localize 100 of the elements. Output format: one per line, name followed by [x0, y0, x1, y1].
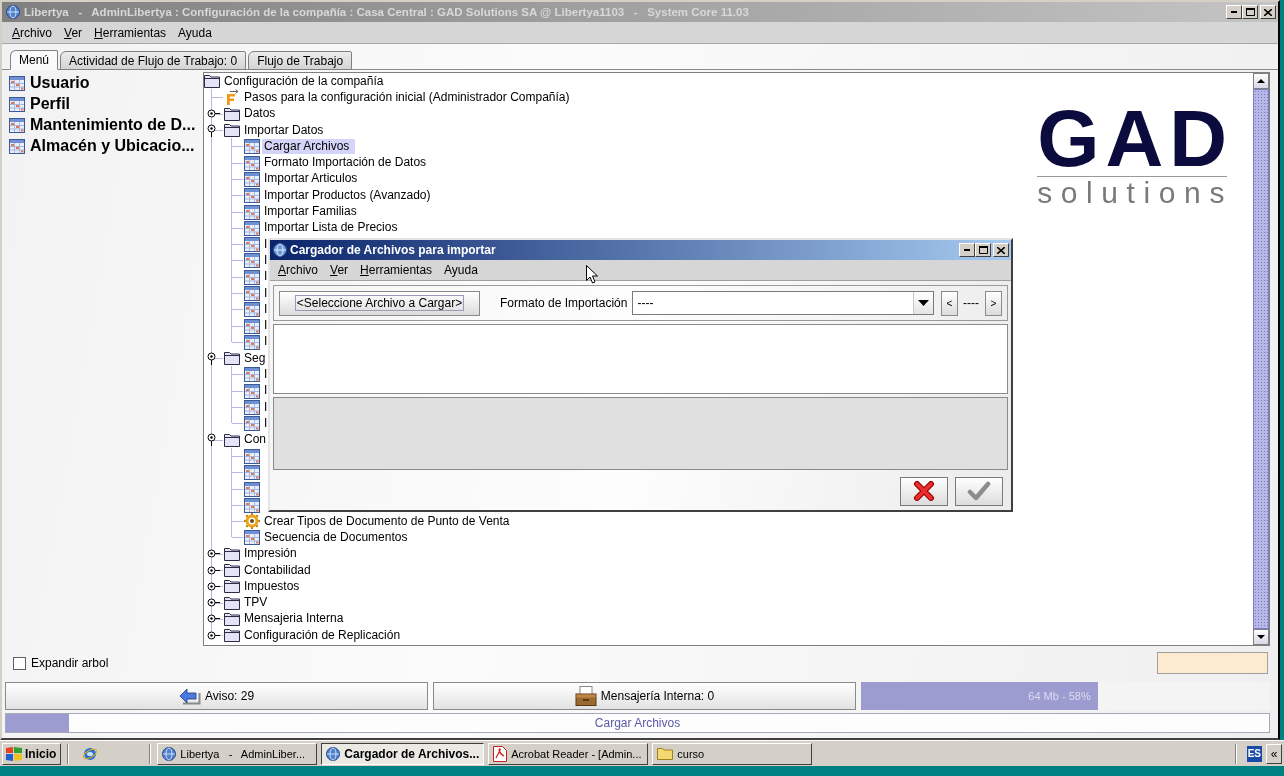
globe-icon: [82, 745, 99, 762]
tree-item[interactable]: Mensajeria Interna: [244, 611, 344, 627]
cursor-icon: [586, 265, 598, 284]
checkbox[interactable]: [13, 656, 26, 670]
tree-item[interactable]: Con: [244, 432, 266, 448]
sidebar-item[interactable]: Perfil: [2, 93, 203, 114]
tree-item[interactable]: Importar Lista de Precios: [264, 220, 398, 236]
tree-item[interactable]: Secuencia de Documentos: [264, 529, 408, 545]
menu-item[interactable]: Ayuda: [438, 263, 484, 277]
close-button[interactable]: [1260, 5, 1276, 19]
select-file-button[interactable]: <Seleccione Archivo a Cargar>: [279, 290, 480, 316]
menu-item[interactable]: Ver: [324, 263, 355, 277]
table-icon: [244, 268, 260, 285]
tab[interactable]: Actividad de Flujo de Trabajo: 0: [60, 51, 247, 70]
tree-toggle-icon[interactable]: [207, 581, 220, 591]
tree-item[interactable]: I: [264, 318, 268, 334]
tab[interactable]: Menú: [10, 50, 59, 70]
previous-button[interactable]: <: [941, 290, 958, 316]
tree-item[interactable]: Impresión: [244, 546, 297, 562]
tree-toggle-icon[interactable]: [207, 614, 220, 624]
tree-item[interactable]: Configuración de la compañía: [224, 73, 384, 89]
tree-toggle-icon[interactable]: [207, 549, 220, 559]
scrollbar-thumb[interactable]: [1253, 89, 1269, 629]
tree-item[interactable]: Importar Productos (Avanzado): [264, 187, 431, 203]
tree-item[interactable]: Pasos para la configuración inicial (Administrador Compañía): [244, 89, 570, 105]
sidebar-item[interactable]: Almacén y Ubicacio...: [2, 135, 203, 156]
tree-item[interactable]: Seg: [244, 350, 266, 366]
tree-item[interactable]: Importar Articulos: [264, 171, 358, 187]
tree-toggle-icon[interactable]: [207, 109, 220, 119]
tree-item[interactable]: I: [264, 415, 268, 431]
tree-item[interactable]: Datos: [244, 106, 276, 122]
messages-button[interactable]: Mensajería Interna: 0: [433, 682, 856, 710]
tree-toggle-icon[interactable]: [207, 433, 216, 447]
checkbox-label: Expandir arbol: [31, 656, 109, 670]
tree-item[interactable]: Formato Importación de Datos: [264, 155, 427, 171]
table-icon: [9, 95, 25, 112]
menu-item[interactable]: Herramientas: [88, 25, 173, 40]
language-indicator[interactable]: ES: [1246, 745, 1262, 762]
tree-item[interactable]: I: [264, 367, 268, 382]
tree-item[interactable]: I: [264, 334, 268, 350]
tree-item[interactable]: Cargar Archivos: [262, 138, 356, 154]
globe-icon: [326, 746, 341, 761]
tree-item[interactable]: Importar Datos: [244, 122, 324, 138]
tree-toggle-icon[interactable]: [207, 630, 220, 640]
input-field[interactable]: [1157, 652, 1268, 674]
tree-item[interactable]: I: [264, 285, 268, 301]
x-mark-icon: [913, 481, 935, 501]
taskbar-button[interactable]: Acrobat Reader - [Admin...: [488, 742, 649, 765]
taskbar-button[interactable]: Libertya - AdminLiber...: [157, 742, 318, 765]
logo-tagline: solutions: [1037, 178, 1233, 208]
cancel-button[interactable]: [900, 476, 948, 506]
table-icon: [244, 187, 260, 204]
minimize-button[interactable]: [959, 243, 975, 257]
tab[interactable]: Flujo de Trabajo: [248, 51, 353, 70]
table-icon: [244, 399, 260, 416]
start-button[interactable]: Inicio: [2, 742, 62, 765]
notices-button[interactable]: Aviso: 29: [5, 682, 428, 710]
tree-item[interactable]: I: [264, 301, 268, 317]
menu-item[interactable]: Herramientas: [354, 263, 439, 277]
format-dropdown[interactable]: ----: [632, 291, 934, 315]
tray-expand-button[interactable]: «: [1266, 743, 1282, 764]
menu-item[interactable]: Ayuda: [172, 25, 218, 40]
tree-item[interactable]: I: [264, 269, 268, 285]
next-button[interactable]: >: [985, 290, 1002, 316]
minimize-button[interactable]: [1226, 5, 1242, 19]
close-button[interactable]: [993, 243, 1009, 257]
menu-item[interactable]: Archivo: [6, 25, 59, 40]
table-icon: [244, 203, 260, 220]
scroll-up-button[interactable]: [1253, 73, 1269, 89]
arrow-icon: [178, 687, 201, 705]
menu-item[interactable]: Ver: [58, 25, 89, 40]
maximize-button[interactable]: [1242, 5, 1258, 19]
taskbar-button[interactable]: curso: [652, 742, 813, 765]
table-icon: [244, 154, 260, 171]
tree-item[interactable]: I: [264, 236, 268, 252]
tree-item[interactable]: Impuestos: [244, 578, 300, 594]
table-icon: [244, 252, 260, 269]
globe-icon: [162, 746, 177, 761]
tree-item[interactable]: Crear Tipos de Documento de Punto de Venta: [264, 513, 510, 529]
maximize-button[interactable]: [975, 243, 991, 257]
table-icon: [244, 236, 260, 253]
sidebar-item[interactable]: Mantenimiento de D...: [2, 114, 203, 135]
folder-icon: [224, 611, 240, 626]
table-icon: [244, 219, 260, 236]
tree-item[interactable]: Importar Familias: [264, 204, 357, 219]
tree-item[interactable]: Contabilidad: [244, 562, 311, 578]
tree-item[interactable]: I: [264, 252, 268, 268]
tree-toggle-icon[interactable]: [207, 598, 220, 608]
taskbar-button[interactable]: Cargador de Archivos...: [321, 742, 485, 765]
tree-item[interactable]: Configuración de Replicación: [244, 627, 401, 643]
tree-toggle-icon[interactable]: [207, 351, 216, 365]
scroll-down-button[interactable]: [1253, 629, 1269, 645]
sidebar-item[interactable]: Usuario: [2, 72, 203, 93]
tree-item[interactable]: I: [264, 383, 268, 399]
tree-item[interactable]: TPV: [244, 595, 268, 611]
tree-toggle-icon[interactable]: [207, 123, 216, 137]
tree-item[interactable]: I: [264, 399, 268, 415]
menu-item[interactable]: Archivo: [272, 263, 325, 277]
dialog-title: Cargador de Archivos para importar: [290, 243, 496, 257]
tree-toggle-icon[interactable]: [207, 565, 220, 575]
